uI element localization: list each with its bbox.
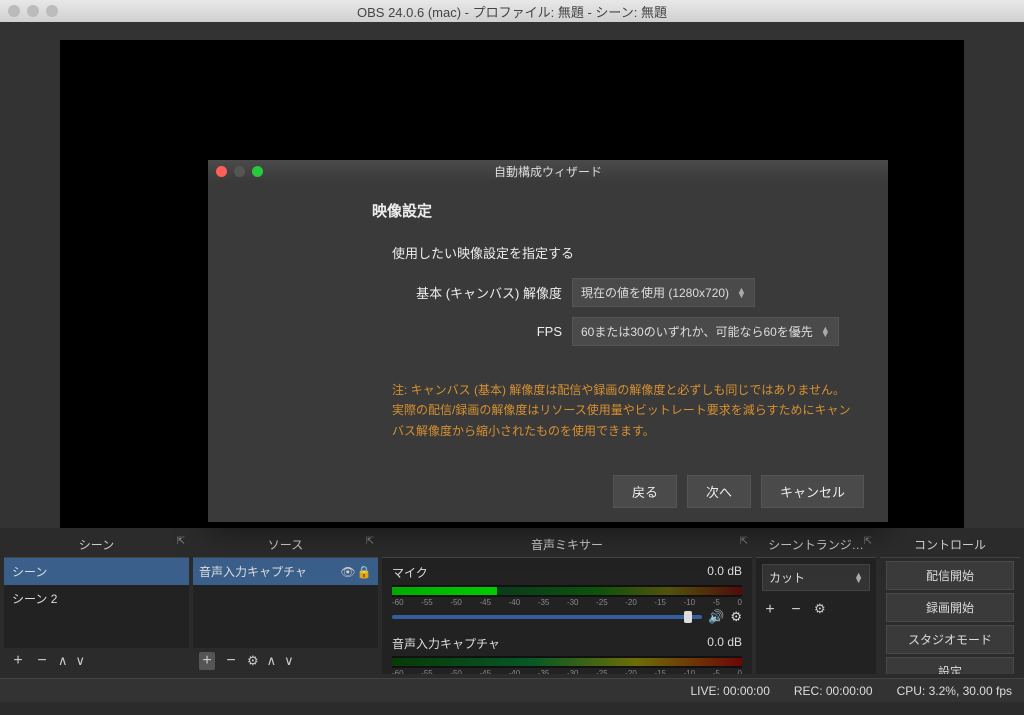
sources-panel: ソース⇱ 音声入力キャプチャ 👁 🔒 + − ⚙ ∧ ∨ — [193, 532, 378, 674]
popout-icon[interactable]: ⇱ — [366, 536, 374, 547]
settings-button[interactable]: 設定 — [886, 657, 1014, 674]
window-traffic-lights[interactable] — [8, 5, 58, 17]
status-cpu: CPU: 3.2%, 30.00 fps — [897, 684, 1012, 698]
scenes-panel: シーン⇱ シーン シーン 2 + − ∧ ∨ — [4, 532, 189, 674]
fps-select[interactable]: 60または30のいずれか、可能なら60を優先 ▲▼ — [572, 317, 839, 346]
transitions-header: シーントランジ…⇱ — [756, 532, 876, 558]
start-recording-button[interactable]: 録画開始 — [886, 593, 1014, 622]
source-up-button[interactable]: ∧ — [267, 653, 277, 669]
dialog-subtitle: 使用したい映像設定を指定する — [392, 243, 864, 262]
visibility-icon[interactable]: 👁 — [340, 565, 356, 579]
sources-header: ソース⇱ — [193, 532, 378, 558]
vu-meter — [392, 656, 742, 668]
mixer-channel: 音声入力キャプチャ 0.0 dB -60-55-50-45-40-35-30-25… — [382, 629, 752, 674]
chevron-updown-icon: ▲▼ — [854, 573, 863, 583]
source-down-button[interactable]: ∨ — [284, 653, 294, 669]
status-live: LIVE: 00:00:00 — [690, 684, 769, 698]
dialog-titlebar: 自動構成ウィザード — [208, 160, 888, 182]
remove-source-button[interactable]: − — [223, 652, 239, 670]
popout-icon[interactable]: ⇱ — [740, 536, 748, 547]
fps-label: FPS — [232, 324, 572, 339]
audio-mixer-panel: 音声ミキサー⇱ マイク 0.0 dB -60-55-50-45-40-35-30-… — [382, 532, 752, 674]
auto-config-wizard-dialog: 自動構成ウィザード 映像設定 使用したい映像設定を指定する 基本 (キャンバス)… — [208, 160, 888, 522]
mixer-channel: マイク 0.0 dB -60-55-50-45-40-35-30-25-20-15… — [382, 558, 752, 629]
vu-scale: -60-55-50-45-40-35-30-25-20-15-10-50 — [392, 598, 742, 607]
minimize-window-icon[interactable] — [27, 5, 39, 17]
transition-settings-icon[interactable]: ⚙ — [814, 601, 826, 619]
scene-item[interactable]: シーン — [4, 558, 189, 585]
popout-icon[interactable]: ⇱ — [177, 536, 185, 547]
add-scene-button[interactable]: + — [10, 652, 26, 670]
window-title: OBS 24.0.6 (mac) - プロファイル: 無題 - シーン: 無題 — [357, 2, 667, 21]
canvas-resolution-label: 基本 (キャンバス) 解像度 — [232, 283, 572, 302]
next-button[interactable]: 次へ — [687, 475, 751, 508]
volume-slider[interactable] — [392, 615, 702, 619]
mixer-level: 0.0 dB — [707, 564, 742, 581]
close-window-icon[interactable] — [8, 5, 20, 17]
mixer-channel-name: 音声入力キャプチャ — [392, 635, 500, 652]
add-source-button[interactable]: + — [199, 652, 215, 670]
canvas-resolution-select[interactable]: 現在の値を使用 (1280x720) ▲▼ — [572, 278, 755, 307]
dialog-minimize-icon — [234, 166, 245, 177]
transitions-panel: シーントランジ…⇱ カット ▲▼ + − ⚙ — [756, 532, 876, 674]
vu-scale: -60-55-50-45-40-35-30-25-20-15-10-50 — [392, 669, 742, 674]
scene-up-button[interactable]: ∧ — [58, 653, 68, 669]
scene-down-button[interactable]: ∨ — [76, 653, 86, 669]
cancel-button[interactable]: キャンセル — [761, 475, 864, 508]
chevron-updown-icon: ▲▼ — [737, 288, 746, 298]
window-titlebar: OBS 24.0.6 (mac) - プロファイル: 無題 - シーン: 無題 — [0, 0, 1024, 22]
remove-transition-button[interactable]: − — [788, 601, 804, 619]
popout-icon[interactable]: ⇱ — [864, 536, 872, 547]
gear-icon[interactable]: ⚙ — [730, 609, 742, 625]
zoom-window-icon[interactable] — [46, 5, 58, 17]
dialog-heading: 映像設定 — [372, 200, 864, 221]
mixer-header: 音声ミキサー⇱ — [382, 532, 752, 558]
start-streaming-button[interactable]: 配信開始 — [886, 561, 1014, 590]
status-bar: LIVE: 00:00:00 REC: 00:00:00 CPU: 3.2%, … — [0, 678, 1024, 702]
add-transition-button[interactable]: + — [762, 601, 778, 619]
dialog-zoom-icon[interactable] — [252, 166, 263, 177]
dialog-title: 自動構成ウィザード — [494, 163, 602, 180]
source-settings-icon[interactable]: ⚙ — [247, 653, 259, 669]
chevron-updown-icon: ▲▼ — [821, 327, 830, 337]
source-item[interactable]: 音声入力キャプチャ 👁 🔒 — [193, 558, 378, 585]
scene-item[interactable]: シーン 2 — [4, 585, 189, 612]
back-button[interactable]: 戻る — [613, 475, 677, 508]
speaker-icon[interactable]: 🔊 — [708, 609, 724, 625]
controls-panel: コントロール 配信開始 録画開始 スタジオモード 設定 終了 — [880, 532, 1020, 674]
dialog-close-icon[interactable] — [216, 166, 227, 177]
status-rec: REC: 00:00:00 — [794, 684, 873, 698]
scenes-header: シーン⇱ — [4, 532, 189, 558]
studio-mode-button[interactable]: スタジオモード — [886, 625, 1014, 654]
vu-meter — [392, 585, 742, 597]
remove-scene-button[interactable]: − — [34, 652, 50, 670]
transition-select[interactable]: カット ▲▼ — [762, 564, 870, 591]
mixer-channel-name: マイク — [392, 564, 428, 581]
dialog-note: 注: キャンバス (基本) 解像度は配信や録画の解像度と必ずしも同じではありませ… — [392, 380, 852, 441]
controls-header: コントロール — [880, 532, 1020, 558]
mixer-level: 0.0 dB — [707, 635, 742, 652]
lock-icon[interactable]: 🔒 — [356, 565, 372, 579]
